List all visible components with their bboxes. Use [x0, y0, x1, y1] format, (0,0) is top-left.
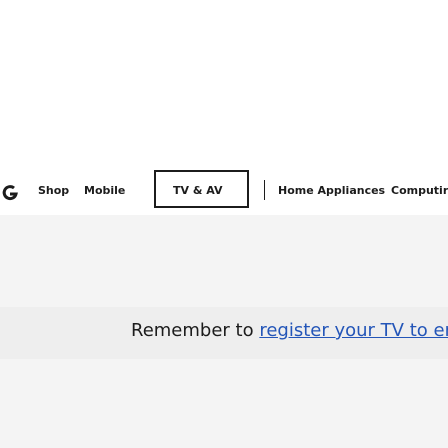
g-logo-icon[interactable]	[0, 184, 22, 202]
nav-item-shop[interactable]: Shop	[38, 182, 80, 200]
nav-item-computing[interactable]: Computir	[391, 182, 448, 200]
reminder-prefix: Remember to	[131, 320, 260, 341]
registration-reminder: Remember to register your TV to enj	[131, 319, 448, 343]
register-tv-link[interactable]: register your TV to enj	[259, 320, 448, 341]
nav-divider	[264, 180, 265, 200]
nav-item-home-appliances[interactable]: Home Appliances	[278, 182, 388, 200]
nav-item-mobile[interactable]: Mobile	[84, 182, 144, 200]
nav-item-tv-av[interactable]: TV & AV	[173, 182, 231, 200]
page-top-area	[0, 0, 448, 155]
